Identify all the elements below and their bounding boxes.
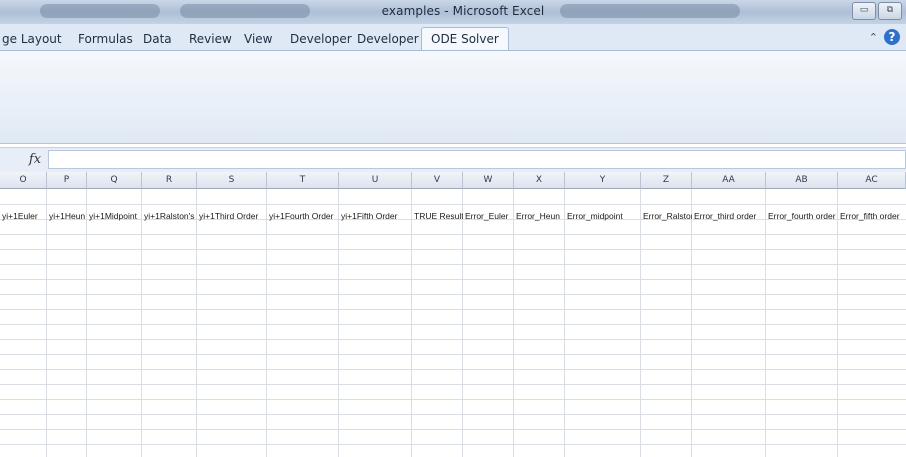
gridline-vertical (564, 189, 565, 457)
ribbon-tab-bar: ge Layout Formulas Data Review View Deve… (0, 24, 906, 51)
gridline-horizontal (0, 279, 906, 280)
gridline-vertical (266, 189, 267, 457)
ribbon-panel (0, 51, 906, 144)
gridline-vertical (86, 189, 87, 457)
column-header-t[interactable]: T (267, 172, 339, 189)
gridline-horizontal (0, 294, 906, 295)
cell-header-error-ralston[interactable]: Error_Ralston' (641, 211, 692, 221)
gridline-vertical (411, 189, 412, 457)
column-header-v[interactable]: V (412, 172, 463, 189)
gridline-horizontal (0, 234, 906, 235)
gridline-horizontal (0, 444, 906, 445)
column-header-w[interactable]: W (463, 172, 514, 189)
gridline-vertical (462, 189, 463, 457)
caret-up-icon[interactable]: ⌃ (869, 31, 878, 44)
gridline-horizontal (0, 309, 906, 310)
gridline-horizontal (0, 414, 906, 415)
gridline-horizontal (0, 354, 906, 355)
cell-header-error-euler[interactable]: Error_Euler (463, 211, 514, 221)
column-header-p[interactable]: P (47, 172, 87, 189)
tab-developer[interactable]: Developer (290, 32, 352, 46)
title-bar: examples - Microsoft Excel ▭ ⧉ (0, 0, 906, 24)
minimize-window-button[interactable]: ▭ (852, 2, 876, 20)
cell-header-error-midpoint[interactable]: Error_midpoint (565, 211, 641, 221)
window-title: examples - Microsoft Excel (381, 4, 545, 18)
column-header-ab[interactable]: AB (766, 172, 838, 189)
column-header-x[interactable]: X (514, 172, 565, 189)
cell-header-euler[interactable]: yi+1Euler (0, 211, 47, 221)
spreadsheet-grid[interactable]: O P Q R S T U V W X Y Z AA AB AC yi+1Eul… (0, 172, 906, 457)
gridline-horizontal (0, 399, 906, 400)
tab-data[interactable]: Data (143, 32, 172, 46)
column-header-ac[interactable]: AC (838, 172, 906, 189)
gridline-vertical (141, 189, 142, 457)
cell-header-ralstons[interactable]: yi+1Ralston's (142, 211, 197, 221)
column-header-o[interactable]: O (0, 172, 47, 189)
gridline-vertical (640, 189, 641, 457)
column-header-y[interactable]: Y (565, 172, 641, 189)
column-header-q[interactable]: Q (87, 172, 142, 189)
tab-formulas[interactable]: Formulas (78, 32, 133, 46)
tab-view[interactable]: View (244, 32, 272, 46)
gridline-horizontal (0, 369, 906, 370)
gridline-horizontal (0, 249, 906, 250)
cell-header-third-order[interactable]: yi+1Third Order (197, 211, 267, 221)
column-header-r[interactable]: R (142, 172, 197, 189)
tab-developer-2[interactable]: Developer (357, 32, 419, 46)
column-header-u[interactable]: U (339, 172, 412, 189)
cell-header-error-fourth-order[interactable]: Error_fourth order (766, 211, 838, 221)
gridline-horizontal (0, 384, 906, 385)
cell-header-true-results[interactable]: TRUE Results (412, 211, 463, 221)
gridline-horizontal (0, 339, 906, 340)
restore-window-button[interactable]: ⧉ (878, 2, 902, 20)
gridline-horizontal (0, 264, 906, 265)
fx-icon[interactable]: fx (24, 150, 46, 170)
column-header-s[interactable]: S (197, 172, 267, 189)
cell-header-heun[interactable]: yi+1Heun (47, 211, 87, 221)
tab-page-layout[interactable]: ge Layout (2, 32, 62, 46)
gridline-vertical (765, 189, 766, 457)
gridline-vertical (513, 189, 514, 457)
gridline-vertical (46, 189, 47, 457)
gridline-vertical (837, 189, 838, 457)
tab-review[interactable]: Review (189, 32, 232, 46)
tab-ode-solver[interactable]: ODE Solver (421, 27, 509, 50)
column-header-z[interactable]: Z (641, 172, 692, 189)
gridline-horizontal (0, 324, 906, 325)
gridline-horizontal (0, 429, 906, 430)
gridline-horizontal (0, 204, 906, 205)
cell-header-fourth-order[interactable]: yi+1Fourth Order (267, 211, 339, 221)
formula-input[interactable] (48, 150, 906, 169)
column-header-aa[interactable]: AA (692, 172, 766, 189)
help-icon[interactable]: ? (884, 29, 900, 45)
gridline-vertical (196, 189, 197, 457)
formula-bar: fx (0, 147, 906, 173)
gridline-vertical (691, 189, 692, 457)
cell-header-fifth-order[interactable]: yi+1Fifth Order (339, 211, 412, 221)
cell-header-error-third-order[interactable]: Error_third order (692, 211, 766, 221)
cell-header-midpoint[interactable]: yi+1Midpoint (87, 211, 142, 221)
gridline-vertical (338, 189, 339, 457)
cell-header-error-heun[interactable]: Error_Heun (514, 211, 565, 221)
cell-header-error-fifth-order[interactable]: Error_fifth order (838, 211, 906, 221)
